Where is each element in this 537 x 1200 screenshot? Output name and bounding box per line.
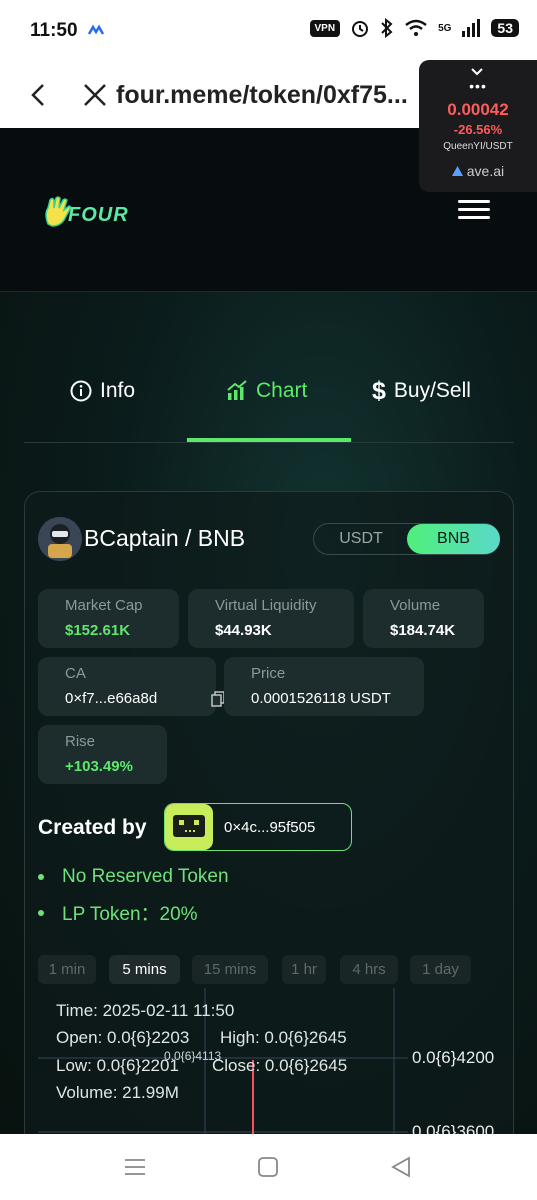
stat-value: 0.0001526118 USDT	[251, 690, 391, 707]
stat-value: $44.93K	[215, 622, 272, 639]
token-pair-name: BCaptain / BNB	[84, 525, 246, 551]
creator-address-chip[interactable]: 0×4c...95f505	[164, 803, 352, 851]
back-arrow-icon[interactable]	[24, 80, 54, 110]
timeframe-4-hrs[interactable]: 4 hrs	[340, 955, 398, 984]
toggle-bnb[interactable]: BNB	[407, 524, 500, 554]
price-widget[interactable]: ••• 0.00042 -26.56% QueenYI/USDT ave.ai	[419, 60, 537, 192]
tab-info-label: Info	[100, 379, 136, 402]
chart-tooltip-high: High: 0.0{6}2645	[220, 1028, 347, 1047]
chart-tooltip-time: Time: 2025-02-11 11:50	[56, 1001, 235, 1020]
toggle-usdt[interactable]: USDT	[314, 524, 408, 554]
close-icon[interactable]	[80, 80, 110, 110]
bullet-icon	[38, 874, 44, 880]
stat-value: $152.61K	[65, 622, 131, 639]
stat-label: CA	[65, 665, 86, 682]
timeframe-1-hr[interactable]: 1 hr	[282, 955, 326, 984]
tab-chart[interactable]: Chart	[226, 376, 307, 406]
chart-tooltip-close: Close: 0.0{6}2645	[212, 1056, 348, 1075]
creator-address: 0×4c...95f505	[224, 819, 316, 836]
chart-y-axis-label: 0.0{6}4200	[412, 1048, 495, 1067]
token-avatar	[38, 517, 82, 561]
stat-label: Volume	[390, 597, 441, 614]
timeframe-1-min[interactable]: 1 min	[38, 955, 96, 984]
more-icon[interactable]: •••	[419, 78, 537, 94]
stat-market-cap: Market Cap $152.61K	[38, 589, 179, 648]
status-bar: 11:50 VPN 5G 53	[0, 0, 537, 64]
info-icon	[70, 380, 92, 402]
dollar-icon: $	[372, 376, 386, 405]
tab-buy-sell-label: Buy/Sell	[393, 379, 471, 402]
tab-info[interactable]: Info	[70, 376, 135, 406]
currency-toggle[interactable]: USDT BNB	[313, 523, 500, 555]
four-logo[interactable]: FOUR	[44, 196, 144, 230]
stat-price: Price 0.0001526118 USDT	[224, 657, 424, 716]
timeframe-15-mins[interactable]: 15 mins	[192, 955, 268, 984]
tab-chart-label: Chart	[256, 379, 308, 402]
chart-icon	[227, 380, 247, 400]
stat-value: +103.49%	[65, 758, 133, 775]
hamburger-menu-icon[interactable]	[458, 198, 490, 222]
chart-tooltip-open: Open: 0.0{6}2203	[56, 1028, 190, 1047]
created-by-label: Created by	[38, 816, 147, 839]
bluetooth-icon	[381, 18, 393, 38]
back-icon[interactable]	[390, 1156, 412, 1178]
stat-label: Rise	[65, 733, 96, 750]
chart-tooltip-low: Low: 0.0{6}2201	[56, 1056, 179, 1075]
timeframe-5-mins[interactable]: 5 mins	[109, 955, 180, 984]
stat-value[interactable]: 0×f7...e66a8d	[65, 690, 157, 707]
chart-tooltip-volume: Volume: 21.99M	[56, 1083, 179, 1102]
feature-text: LP Token：20%	[62, 904, 198, 925]
vpn-icon: VPN	[309, 19, 341, 37]
status-time: 11:50	[30, 20, 78, 41]
signal-icon	[462, 19, 481, 37]
wifi-icon	[405, 19, 427, 36]
feature-item: No Reserved Token	[38, 866, 229, 888]
logo-text: FOUR	[68, 204, 129, 226]
stat-value: $184.74K	[390, 622, 456, 639]
feature-item: LP Token：20%	[38, 899, 198, 926]
feature-text: No Reserved Token	[62, 866, 229, 887]
stat-ca: CA 0×f7...e66a8d	[38, 657, 225, 716]
stat-volume: Volume $184.74K	[363, 589, 484, 648]
stat-label: Price	[251, 665, 286, 682]
home-icon[interactable]	[257, 1156, 279, 1178]
stat-rise: Rise +103.49%	[38, 725, 167, 784]
ave-logo-icon	[451, 166, 463, 176]
tab-buy-sell[interactable]: $ Buy/Sell	[372, 376, 471, 406]
timeframe-1-day[interactable]: 1 day	[410, 955, 471, 984]
bullet-icon	[38, 909, 44, 916]
chevron-down-icon[interactable]	[469, 66, 485, 78]
widget-source-label: ave.ai	[466, 163, 505, 179]
tab-active-indicator	[187, 438, 351, 442]
widget-source: ave.ai	[419, 163, 537, 179]
alarm-icon	[352, 21, 369, 37]
tab-divider	[24, 442, 514, 443]
stat-label: Virtual Liquidity	[215, 597, 317, 614]
widget-change: -26.56%	[453, 122, 503, 137]
stat-virtual-liquidity: Virtual Liquidity $44.93K	[188, 589, 354, 648]
network-label: 5G	[438, 22, 452, 34]
widget-pair: QueenYI/USDT	[443, 141, 513, 152]
app-notification-icon	[88, 24, 104, 35]
stat-label: Market Cap	[65, 597, 143, 614]
battery-icon: 53	[491, 19, 519, 37]
widget-price: 0.00042	[447, 100, 509, 119]
url-text[interactable]: four.meme/token/0xf75...	[116, 81, 416, 110]
creator-avatar	[165, 804, 213, 850]
system-nav-bar	[0, 1134, 537, 1200]
recent-apps-icon[interactable]	[124, 1156, 146, 1178]
